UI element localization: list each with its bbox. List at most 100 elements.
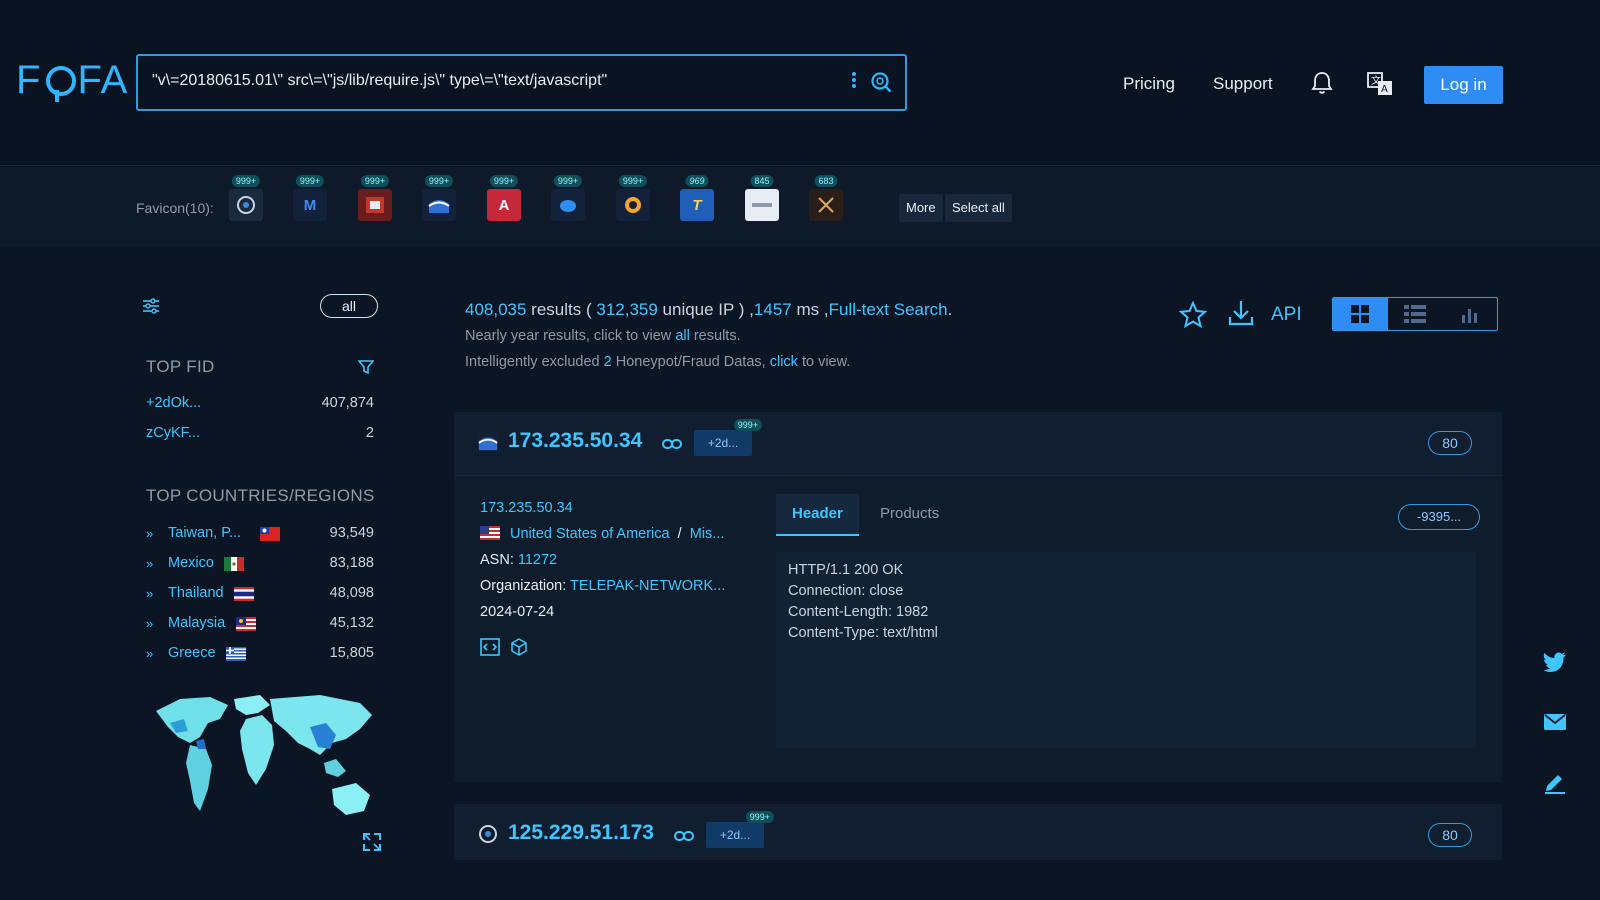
favicon-bar: Favicon(10): 999+ 999+ M 999+ 999+ 999+ A … — [0, 167, 1600, 247]
result-location: United States of America / Mis... — [480, 526, 724, 542]
organization-link[interactable]: TELEPAK-NETWORK... — [570, 578, 725, 594]
feedback-button[interactable] — [1533, 760, 1577, 804]
result-card: 125.229.51.173 +2d... 999+ 80 — [454, 804, 1502, 860]
country-row[interactable]: » Taiwan, P... 93,549 — [146, 523, 374, 545]
fid-pill[interactable]: -9395... — [1398, 504, 1480, 530]
cube-icon[interactable] — [510, 638, 528, 656]
region-link[interactable]: Mis... — [690, 526, 725, 542]
link-icon[interactable] — [674, 830, 694, 842]
translate-icon[interactable]: 文 A — [1366, 70, 1394, 98]
view-toggle — [1332, 297, 1498, 331]
favicon-select-all-button[interactable]: Select all — [945, 194, 1012, 222]
expand-icon[interactable] — [362, 832, 382, 852]
port-badge[interactable]: 80 — [1428, 823, 1472, 847]
wave-logo-icon — [428, 200, 450, 213]
nav-pricing[interactable]: Pricing — [1123, 74, 1175, 94]
x-logo-icon — [818, 197, 834, 213]
email-button[interactable] — [1533, 700, 1577, 744]
search-input[interactable]: "v\=20180615.01\" src\=\"js/lib/require.… — [152, 72, 607, 90]
bar-chart-icon — [1461, 309, 1477, 323]
results-summary: 408,035 results ( 312,359 unique IP ) ,1… — [465, 300, 953, 319]
result-card-header: 125.229.51.173 +2d... 999+ 80 — [454, 804, 1502, 860]
all-filter-pill[interactable]: all — [320, 294, 378, 318]
country-row[interactable]: » Mexico 83,188 — [146, 553, 374, 575]
favicon-item[interactable]: 683 — [809, 175, 843, 221]
favicon-item[interactable]: 969 T — [680, 175, 714, 221]
port-badge[interactable]: 80 — [1428, 431, 1472, 455]
tab-products[interactable]: Products — [864, 494, 955, 536]
list-view-button[interactable] — [1388, 298, 1443, 330]
m-logo-icon: M — [303, 196, 317, 214]
favicon-item[interactable]: 999+ — [551, 175, 585, 221]
favicon-item[interactable]: 999+ — [422, 175, 456, 221]
year-results-note: Nearly year results, click to view all r… — [465, 328, 741, 344]
flag-thailand-icon — [234, 587, 254, 601]
favicon-item[interactable]: 999+ A — [487, 175, 521, 221]
code-icon[interactable] — [480, 638, 500, 656]
result-card-header: 173.235.50.34 +2d... 999+ 80 — [454, 412, 1502, 476]
asn-link[interactable]: 11272 — [518, 552, 557, 568]
country-row[interactable]: » Greece 15,805 — [146, 643, 374, 665]
fulltext-search-link[interactable]: Full-text Search — [829, 300, 948, 319]
chevron-right-icon: » — [146, 646, 154, 661]
nav-support[interactable]: Support — [1213, 74, 1273, 94]
result-date: 2024-07-24 — [480, 604, 555, 620]
compass-icon — [479, 825, 497, 843]
top-fid-row[interactable]: zCyKF... 2 — [146, 423, 374, 445]
chevron-right-icon: » — [146, 586, 154, 601]
result-organization: Organization: TELEPAK-NETWORK... — [480, 578, 726, 594]
result-ip-link[interactable]: 173.235.50.34 — [480, 500, 573, 516]
fid-tag[interactable]: +2d... 999+ — [694, 419, 762, 456]
list-icon — [1404, 305, 1426, 323]
country-row[interactable]: » Thailand 48,098 — [146, 583, 374, 605]
logo-text-fa: FA — [77, 58, 129, 102]
favicon-label: Favicon(10): — [136, 200, 214, 216]
login-button[interactable]: Log in — [1424, 66, 1503, 104]
header-line: HTTP/1.1 200 OK — [788, 562, 904, 578]
search-box[interactable]: "v\=20180615.01\" src\=\"js/lib/require.… — [136, 54, 907, 111]
query-time: 1457 — [753, 300, 792, 319]
sliders-icon[interactable] — [142, 298, 160, 314]
chevron-right-icon: » — [146, 556, 154, 571]
search-icon[interactable] — [869, 70, 893, 94]
compass-icon — [237, 196, 255, 214]
grid-icon — [1351, 305, 1370, 323]
view-all-link[interactable]: all — [675, 328, 690, 344]
favicon-item[interactable]: 999+ — [616, 175, 650, 221]
star-icon[interactable] — [1178, 300, 1208, 330]
country-row[interactable]: » Malaysia 45,132 — [146, 613, 374, 635]
results-count: 408,035 — [465, 300, 527, 319]
chart-view-button[interactable] — [1442, 298, 1497, 330]
result-ip-title[interactable]: 125.229.51.173 — [508, 821, 654, 845]
fofa-logo[interactable]: F FA — [16, 58, 128, 103]
tab-header[interactable]: Header — [776, 494, 859, 536]
t-logo-icon: T — [692, 196, 702, 214]
favicon-more-button[interactable]: More — [899, 194, 943, 222]
top-fid-row[interactable]: +2dOk... 407,874 — [146, 393, 374, 415]
favicon-item[interactable]: 845 — [745, 175, 779, 221]
more-options-icon[interactable] — [851, 70, 857, 92]
http-header-box: HTTP/1.1 200 OK Connection: close Conten… — [776, 552, 1476, 748]
link-icon[interactable] — [662, 438, 682, 450]
twitter-icon — [1543, 652, 1566, 672]
funnel-icon[interactable] — [358, 360, 374, 374]
fid-tag[interactable]: +2d... 999+ — [706, 811, 774, 848]
result-ip-title[interactable]: 173.235.50.34 — [508, 429, 642, 453]
twitter-button[interactable] — [1533, 640, 1577, 684]
grid-view-button[interactable] — [1333, 298, 1388, 330]
flag-malaysia-icon — [236, 617, 256, 631]
chevron-right-icon: » — [146, 526, 154, 541]
country-link[interactable]: United States of America — [510, 526, 670, 542]
view-excluded-link[interactable]: click — [770, 354, 798, 370]
top-fid-title: TOP FID — [146, 357, 215, 376]
bell-icon[interactable] — [1310, 70, 1334, 96]
favicon-item[interactable]: 999+ M — [293, 175, 327, 221]
flag-mexico-icon — [224, 557, 244, 571]
download-icon[interactable] — [1226, 298, 1256, 328]
favicon-item[interactable]: 999+ — [358, 175, 392, 221]
header-line: Connection: close — [788, 583, 904, 599]
favicon-item[interactable]: 999+ — [229, 175, 263, 221]
world-map[interactable] — [150, 693, 378, 843]
api-link[interactable]: API — [1271, 304, 1302, 326]
top-countries-title: TOP COUNTRIES/REGIONS — [146, 486, 375, 505]
